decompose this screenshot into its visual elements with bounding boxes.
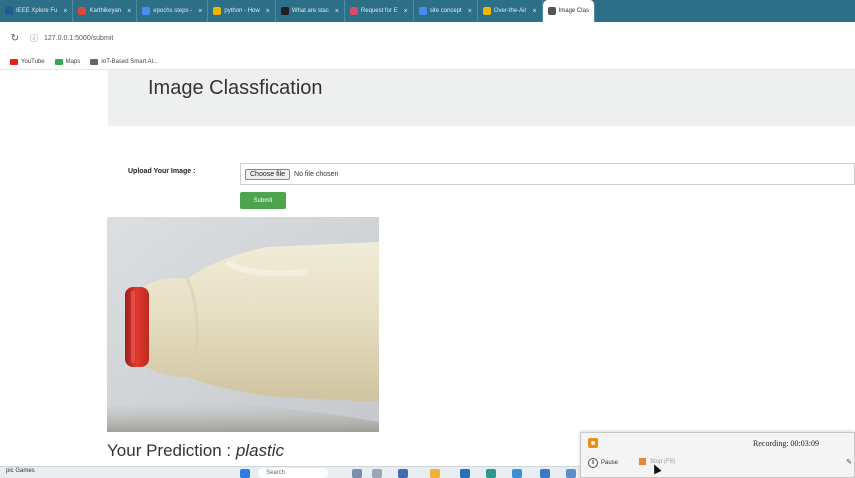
bottle-photo — [107, 217, 379, 432]
pause-label: Pause — [601, 460, 619, 466]
reload-icon[interactable]: ↻ — [8, 31, 22, 45]
tab-label: Image Clas — [558, 8, 589, 14]
bookmark-label: Maps — [65, 58, 81, 65]
browser-tab[interactable]: Karthikeyan × — [73, 0, 138, 22]
bookmark-item[interactable]: Maps — [54, 58, 81, 65]
folder-icon[interactable] — [430, 469, 440, 478]
browser-tab[interactable]: What are stac × — [276, 0, 345, 22]
page-title: Image Classfication — [148, 77, 323, 99]
tab-favicon-icon — [78, 7, 87, 15]
file-explorer-icon[interactable] — [398, 469, 408, 478]
tab-favicon-icon — [547, 7, 556, 15]
tab-close-icon[interactable]: × — [266, 8, 270, 15]
tab-label: IEEE Xplore Fu — [16, 8, 58, 14]
no-file-text: No file chosen — [294, 170, 339, 178]
tab-label: epochs steps - — [153, 8, 193, 14]
bookmark-favicon-icon — [54, 58, 63, 65]
tab-label: Over-the-Air — [493, 8, 527, 14]
tab-close-icon[interactable]: × — [468, 8, 472, 15]
widgets-icon[interactable] — [352, 469, 362, 478]
upload-label: Upload Your Image : — [128, 168, 196, 175]
tab-close-icon[interactable]: × — [335, 8, 339, 15]
tab-favicon-icon — [280, 7, 289, 15]
recording-status: Recording: 00:03:09 — [753, 439, 819, 448]
browser-tab[interactable]: Image Clas — [542, 0, 595, 22]
taskbar-app-label[interactable]: pic Games — [6, 468, 35, 474]
tab-favicon-icon — [418, 7, 427, 15]
taskbar-search[interactable]: Search — [258, 468, 328, 478]
stop-icon — [639, 458, 646, 465]
pause-button[interactable]: II Pause — [588, 458, 618, 468]
file-input[interactable]: Choose file No file chosen — [240, 163, 855, 185]
address-bar: ↻ ⓘ 127.0.0.1:5000/submit — [0, 22, 855, 54]
recorder-logo-icon — [588, 438, 598, 448]
bookmarks-bar: YouTube Maps IoT-Based Smart Al... — [0, 54, 855, 70]
tab-close-icon[interactable]: × — [404, 8, 408, 15]
tab-label: python - How — [224, 8, 260, 14]
prediction-result: Your Prediction : plastic — [107, 441, 284, 461]
tab-favicon-icon — [349, 7, 358, 15]
url-field[interactable]: ⓘ 127.0.0.1:5000/submit — [30, 28, 855, 48]
browser-tab[interactable]: epochs steps - × — [137, 0, 209, 22]
tab-favicon-icon — [482, 7, 491, 15]
browser-tab[interactable]: Over-the-Air × — [478, 0, 543, 22]
tab-close-icon[interactable]: × — [533, 8, 537, 15]
browser-tab[interactable]: site concept × — [414, 0, 478, 22]
chrome-icon[interactable] — [512, 469, 522, 478]
tab-label: Karthikeyan — [89, 8, 122, 14]
bookmark-label: YouTube — [21, 58, 45, 65]
browser-tab[interactable]: IEEE Xplore Fu × — [0, 0, 74, 22]
prediction-label: Your Prediction : — [107, 441, 236, 460]
tab-favicon-icon — [142, 7, 151, 15]
tab-close-icon[interactable]: × — [127, 8, 131, 15]
prediction-value: plastic — [235, 441, 285, 460]
choose-file-button[interactable]: Choose file — [245, 168, 291, 180]
submit-button[interactable]: Submit — [240, 192, 286, 209]
screen-recorder-widget: Recording: 00:03:09 II Pause Stop (F8) ✎ — [580, 432, 855, 478]
pen-icon[interactable]: ✎ — [846, 458, 852, 466]
store-icon[interactable] — [540, 469, 550, 478]
edge-icon[interactable] — [486, 469, 496, 478]
app-icon[interactable] — [566, 469, 576, 478]
bookmark-item[interactable]: YouTube — [10, 58, 45, 65]
tab-favicon-icon — [5, 7, 13, 15]
tab-label: site concept — [429, 8, 462, 14]
uploaded-image — [107, 217, 379, 432]
tab-close-icon[interactable]: × — [63, 8, 67, 15]
browser-tab[interactable]: python - How × — [208, 0, 276, 22]
task-view-icon[interactable] — [372, 469, 382, 478]
start-icon[interactable] — [240, 469, 250, 478]
browser-tab-strip: IEEE Xplore Fu × Karthikeyan × epochs steps … — [0, 0, 855, 22]
browser-tab[interactable]: Request for E × — [345, 0, 414, 22]
tab-favicon-icon — [213, 7, 222, 15]
pause-icon: II — [588, 458, 598, 468]
bookmark-favicon-icon — [90, 58, 99, 65]
bookmark-label: IoT-Based Smart Al... — [101, 58, 158, 65]
tab-label: Request for E — [360, 8, 398, 14]
taskbar-search-text: Search — [266, 470, 286, 476]
bookmark-item[interactable]: IoT-Based Smart Al... — [90, 58, 158, 65]
mail-icon[interactable] — [460, 469, 470, 478]
url-text: 127.0.0.1:5000/submit — [44, 34, 114, 42]
tab-close-icon[interactable]: × — [198, 8, 202, 15]
bookmark-favicon-icon — [10, 58, 18, 65]
site-info-icon[interactable]: ⓘ — [30, 33, 38, 44]
tab-label: What are stac — [291, 8, 329, 14]
